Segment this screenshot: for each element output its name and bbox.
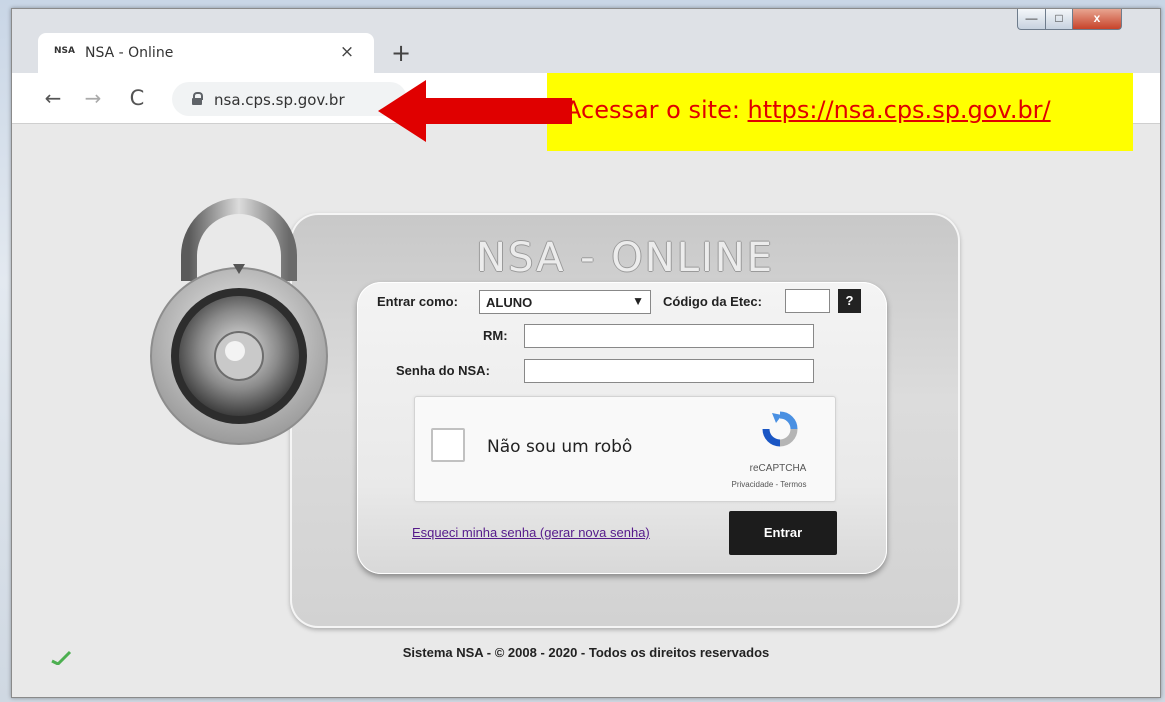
annotation-callout: Acessar o site: https://nsa.cps.sp.gov.b…	[547, 73, 1133, 151]
page-content: NSA - ONLINE Entrar como: ALUNO ▼ Código…	[12, 124, 1160, 697]
etec-code-input[interactable]	[785, 289, 830, 313]
rm-label: RM:	[483, 328, 508, 343]
tab-title: NSA - Online	[85, 45, 174, 61]
lock-icon	[192, 92, 203, 105]
role-select[interactable]: ALUNO ▼	[479, 290, 651, 314]
role-label: Entrar como:	[377, 294, 458, 309]
recaptcha-widget: Não sou um robô reCAPTCHA Privacidade - …	[414, 396, 836, 502]
window-controls: — □ x	[1017, 9, 1154, 31]
recaptcha-brand: reCAPTCHA	[749, 463, 807, 474]
footer-copyright: Sistema NSA - © 2008 - 2020 - Todos os d…	[402, 645, 770, 660]
page-title: NSA - ONLINE	[476, 235, 774, 281]
back-icon[interactable]: ←	[38, 83, 68, 113]
close-tab-icon[interactable]: ×	[335, 40, 359, 64]
address-bar[interactable]: nsa.cps.sp.gov.br	[172, 82, 407, 116]
annotation-text: Acessar o site: https://nsa.cps.sp.gov.b…	[565, 96, 1051, 124]
browser-window: NSA NSA - Online × + — □ x ← → C nsa.cps…	[11, 8, 1161, 698]
annotation-prefix: Acessar o site:	[565, 96, 748, 124]
dropdown-chevron-icon: ▼	[632, 294, 644, 308]
role-select-value: ALUNO	[486, 295, 533, 310]
padlock-image	[150, 198, 328, 445]
recaptcha-label: Não sou um robô	[487, 437, 633, 457]
login-form: Entrar como: ALUNO ▼ Código da Etec: ? R…	[357, 282, 887, 574]
forgot-password-link[interactable]: Esqueci minha senha (gerar nova senha)	[412, 525, 650, 540]
tab-nsa-online[interactable]: NSA NSA - Online ×	[38, 33, 374, 73]
minimize-button[interactable]: —	[1017, 9, 1046, 30]
recaptcha-checkbox[interactable]	[431, 428, 465, 462]
recaptcha-privacy-terms[interactable]: Privacidade - Termos	[705, 480, 833, 489]
password-label: Senha do NSA:	[396, 363, 490, 378]
address-text: nsa.cps.sp.gov.br	[214, 91, 345, 109]
new-tab-icon[interactable]: +	[386, 39, 416, 69]
etec-label: Código da Etec:	[663, 294, 762, 309]
favicon-icon: NSA	[54, 46, 75, 56]
tab-strip: NSA NSA - Online × + — □ x	[12, 9, 1160, 73]
red-arrow-icon	[378, 80, 572, 142]
login-card: NSA - ONLINE Entrar como: ALUNO ▼ Código…	[290, 213, 960, 628]
help-button[interactable]: ?	[838, 289, 861, 313]
maximize-button[interactable]: □	[1045, 9, 1073, 30]
recaptcha-logo-icon	[762, 411, 798, 447]
close-window-button[interactable]: x	[1072, 9, 1122, 30]
forward-icon[interactable]: →	[78, 83, 108, 113]
submit-button[interactable]: Entrar	[729, 511, 837, 555]
rm-input[interactable]	[524, 324, 814, 348]
password-input[interactable]	[524, 359, 814, 383]
reload-icon[interactable]: C	[122, 83, 152, 113]
annotation-link[interactable]: https://nsa.cps.sp.gov.br/	[748, 96, 1051, 124]
